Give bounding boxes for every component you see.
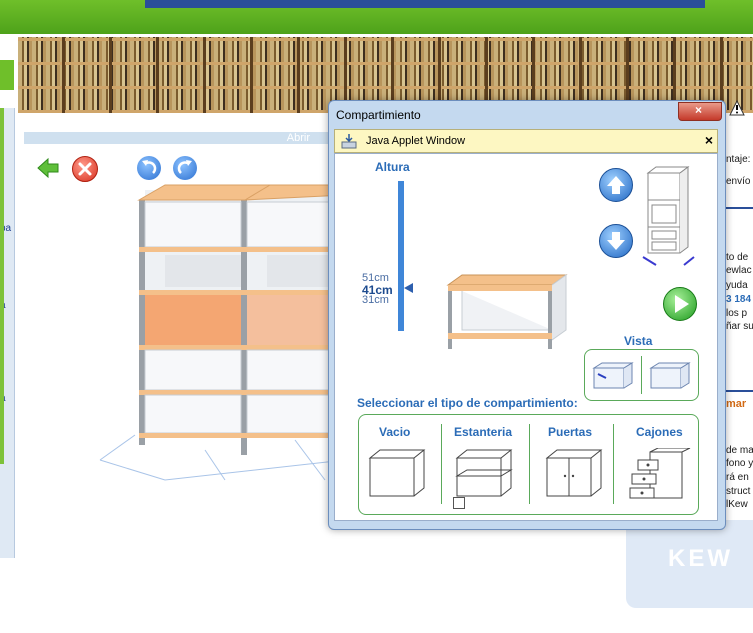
close-icon: × [695,103,703,117]
dialog-close-button[interactable]: × [678,102,722,121]
shelf-3d-preview[interactable] [95,180,346,490]
open-label[interactable]: Abrir [287,132,310,144]
move-down-button[interactable] [599,224,633,258]
dialog-title: Compartimiento [336,108,421,122]
left-green-stripe [0,108,4,464]
right-text-fragment: de ma [726,445,753,456]
type-doors-option[interactable] [543,448,605,505]
view-front-option[interactable] [592,362,634,395]
right-text-fragment: lKew [726,499,748,510]
view-side-option[interactable] [649,362,691,395]
type-separator [613,424,614,504]
warning-icon [729,99,745,116]
right-divider [726,207,753,209]
shelf-checkbox[interactable] [453,497,465,509]
view-label: Vista [624,334,653,348]
right-text-fragment: los p [726,308,748,319]
computer-download-icon [341,133,357,149]
right-divider [726,390,753,392]
mini-shelf-thumbnail[interactable] [638,165,700,275]
top-nav-strip [145,0,705,8]
select-type-label: Seleccionar el tipo de compartimiento: [357,396,578,410]
right-text-fragment: ewlac [726,265,752,276]
cancel-icon[interactable] [72,156,98,182]
height-option[interactable]: 31cm [362,294,389,306]
applet-bar-label: Java Applet Window [366,135,466,147]
brand-logo: KEW [668,545,733,572]
undo-icon[interactable] [137,156,161,180]
type-drawers-label[interactable]: Cajones [636,425,683,439]
type-separator [529,424,530,504]
height-slider-track[interactable] [398,181,404,331]
type-empty-label[interactable]: Vacio [379,425,410,439]
view-separator [641,356,642,394]
right-text-fragment: struct [726,486,751,497]
java-applet-bar: Java Applet Window × [334,129,718,153]
right-text-fragment: to de [726,252,749,263]
right-text-fragment: ñar su [726,321,753,332]
left-tab [0,60,14,90]
right-text-fragment: ntaje: [726,154,751,165]
height-slider-pointer[interactable] [404,283,413,293]
back-arrow-icon[interactable] [36,156,60,180]
type-drawers-option[interactable] [628,447,692,507]
type-doors-label[interactable]: Puertas [548,425,592,439]
type-shelf-label[interactable]: Estanteria [454,425,512,439]
open-toolbar[interactable]: Abrir [24,132,340,144]
height-label: Altura [375,160,410,174]
type-separator [441,424,442,504]
right-text-fragment: envío [726,176,751,187]
right-text-fragment: fono y [726,458,753,469]
compartment-preview [440,270,570,360]
right-text-fragment: yuda [726,280,748,291]
next-button[interactable] [663,287,697,321]
type-empty-option[interactable] [366,448,428,505]
move-up-button[interactable] [599,168,633,202]
redo-icon[interactable] [173,156,197,180]
applet-bar-close-icon[interactable]: × [705,132,713,148]
right-section-heading: mar [726,398,747,410]
right-text-fragment: 3 184 [726,294,752,305]
right-text-fragment: rá en [726,472,749,483]
